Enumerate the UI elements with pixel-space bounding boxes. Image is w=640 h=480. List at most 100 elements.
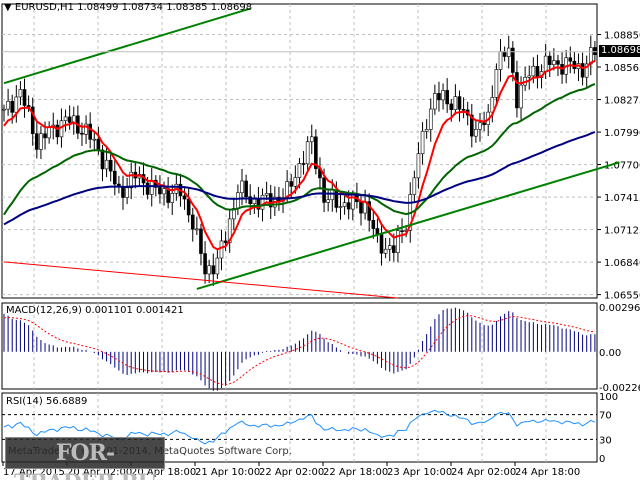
candle-bull — [18, 89, 23, 98]
rsi-tick-label: 0 — [599, 454, 605, 465]
candle-bull — [383, 248, 388, 254]
candle-bear — [96, 138, 101, 151]
x-tick-label: 24 Apr 02:00 — [451, 467, 516, 478]
high-value: 1.08734 — [121, 2, 163, 13]
rsi-tick-label: 30 — [599, 435, 612, 446]
candle-bear — [158, 187, 162, 195]
y-tick-label: 1.08565 — [604, 63, 640, 74]
candle-bull — [305, 141, 310, 165]
macd-label: MACD(12,26,9) 0.001101 0.001421 — [6, 305, 184, 316]
moving-average-fast — [3, 60, 596, 251]
candle-bear — [108, 159, 113, 172]
candle-bull — [433, 93, 437, 110]
candle-bull — [424, 129, 429, 132]
candle-bear — [359, 201, 363, 214]
candle-bull — [396, 230, 400, 253]
candle-bear — [190, 214, 195, 230]
candle-bear — [334, 189, 339, 208]
candle-bear — [580, 63, 585, 78]
candle-bear — [244, 180, 248, 197]
candle-bear — [67, 116, 72, 123]
candle-bear — [112, 170, 117, 185]
candle-bull — [494, 69, 499, 98]
candle-bull — [14, 96, 19, 113]
candle-bull — [2, 108, 6, 111]
candle-bear — [535, 66, 540, 78]
candle-bear — [22, 89, 27, 106]
moving-average-mid — [3, 83, 596, 216]
rsi-label: RSI(14) 56.6889 — [6, 396, 88, 407]
candle-bear — [166, 188, 170, 203]
candle-bear — [186, 198, 191, 216]
candle-bear — [593, 47, 597, 56]
y-tick-label: 1.08275 — [604, 96, 640, 107]
chart-canvas[interactable]: 1.088501.085651.082751.079901.077001.074… — [0, 0, 640, 480]
candle-bull — [453, 96, 458, 110]
candle-bull — [215, 257, 220, 275]
candle-bull — [125, 187, 129, 198]
candle-bull — [252, 199, 257, 204]
candle-bear — [482, 122, 486, 125]
candle-bull — [104, 159, 109, 170]
candle-bear — [43, 133, 47, 139]
candle-bull — [297, 163, 302, 178]
chart-header: ▼ EURUSD,H1 1.08499 1.08734 1.08385 1.08… — [4, 2, 252, 13]
candle-bear — [35, 133, 39, 150]
candle-bear — [445, 90, 449, 105]
candle-bull — [420, 130, 425, 155]
candle-bull — [552, 60, 556, 65]
candle-bear — [371, 219, 376, 229]
candle-bull — [162, 188, 166, 195]
chart-window[interactable]: 1.088501.085651.082751.079901.077001.074… — [0, 0, 640, 480]
candle-bull — [260, 194, 265, 210]
candle-bear — [10, 100, 15, 113]
candle-bull — [527, 75, 532, 78]
candle-bear — [461, 109, 466, 111]
open-value: 1.08499 — [77, 2, 119, 13]
candle-bull — [195, 228, 199, 231]
candle-bear — [121, 186, 125, 198]
candle-bull — [416, 153, 421, 179]
candle-bear — [392, 245, 396, 253]
close-value: 1.08698 — [210, 2, 253, 13]
candle-bear — [100, 149, 105, 170]
candle-bull — [170, 193, 175, 203]
candle-bull — [149, 179, 154, 195]
candle-bull — [39, 133, 43, 150]
candle-bear — [502, 51, 507, 57]
trendline — [196, 161, 620, 290]
candle-bear — [289, 181, 294, 187]
macd-tick-label: 0.00 — [599, 348, 621, 359]
candle-bear — [568, 57, 573, 62]
macd-tick-label: 0.002969 — [599, 303, 640, 314]
candle-bull — [519, 84, 523, 109]
symbol-label: EURUSD,H1 — [14, 2, 74, 13]
candle-bull — [59, 120, 64, 138]
candle-bull — [506, 47, 511, 57]
candle-bull — [47, 126, 51, 139]
candles — [2, 35, 597, 286]
collapse-triangle-icon[interactable]: ▼ — [4, 2, 12, 13]
candle-bull — [330, 189, 335, 201]
candle-bear — [556, 60, 560, 65]
candle-bear — [457, 96, 462, 110]
x-tick-label: 24 Apr 18:00 — [515, 467, 580, 478]
candle-bear — [449, 103, 454, 110]
candle-bull — [474, 129, 478, 137]
candle-bull — [478, 122, 482, 130]
candle-bear — [199, 228, 203, 254]
rsi-tick-label: 100 — [599, 392, 618, 403]
y-tick-label: 1.06550 — [604, 291, 640, 302]
x-tick-label: 22 Apr 18:00 — [323, 467, 388, 478]
candle-bear — [182, 195, 187, 200]
candle-bear — [437, 93, 441, 101]
candle-bull — [92, 138, 97, 141]
candle-bull — [428, 108, 433, 130]
candle-bull — [441, 90, 445, 101]
candle-bear — [322, 177, 326, 203]
candle-bear — [515, 72, 519, 109]
candle-bear — [203, 253, 207, 275]
watermark-logo: FOR-TRADER.RU — [5, 437, 165, 480]
candle-bull — [6, 100, 10, 110]
x-tick-label: 21 Apr 10:00 — [195, 467, 260, 478]
